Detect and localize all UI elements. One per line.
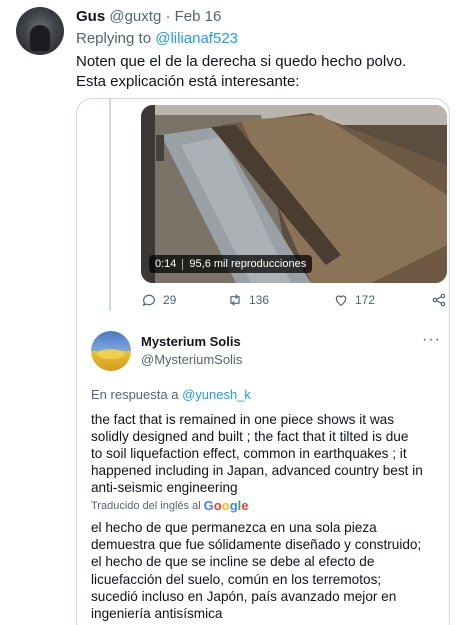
share-button[interactable]	[431, 292, 447, 308]
action-bar: 29 136 172	[141, 292, 447, 312]
in-reply-to: En respuesta a @yunesh_k	[91, 387, 251, 402]
in-reply-to-handle[interactable]: @yunesh_k	[182, 387, 251, 402]
badge-divider	[182, 258, 184, 270]
retweet-icon	[230, 294, 240, 306]
replying-to-handle[interactable]: @lilianaf523	[155, 30, 238, 47]
like-count: 172	[355, 293, 376, 307]
tweet[interactable]: Gus @guxtg · Feb 16 Replying to @liliana…	[0, 0, 456, 625]
thread-line	[109, 99, 111, 311]
translated-by[interactable]: Traducido del inglés al Google	[91, 498, 249, 513]
reply-count: 29	[163, 293, 177, 307]
reply-tweet-text: the fact that is remained in one piece s…	[91, 411, 449, 496]
replying-to-label: Replying to	[76, 30, 156, 47]
author-name[interactable]: Gus	[76, 8, 105, 25]
tweet-date[interactable]: Feb 16	[175, 8, 222, 25]
translation-text: el hecho de que permanezca en una sola p…	[91, 519, 449, 622]
avatar[interactable]	[16, 7, 64, 55]
replying-to: Replying to @lilianaf523	[76, 30, 238, 48]
reply-text-line: anti-seismic engineering	[91, 480, 238, 495]
retweet-count: 136	[249, 293, 270, 307]
translation-line: demuestra que fue sólidamente diseñado y…	[91, 537, 422, 553]
more-dots-icon[interactable]: ···	[422, 331, 441, 349]
translation-line: el hecho de que permanezca en una sola p…	[91, 520, 377, 535]
header-separator: ·	[161, 8, 175, 25]
reply-tweet-header: Mysterium Solis @MysteriumSolis ···	[91, 331, 441, 371]
reply-avatar[interactable]	[91, 331, 131, 371]
translation-line: licuefacción del suelo, común en los ter…	[91, 571, 382, 587]
video-duration: 0:14	[155, 258, 177, 270]
reply-icon	[142, 294, 155, 307]
reply-text-line: to soil liquefaction effect, common in e…	[91, 446, 407, 461]
tweet-text-line: Noten que el de la derecha si quedo hech…	[76, 53, 407, 70]
retweet-button[interactable]: 136	[227, 292, 269, 308]
translation-line: ingeniería antisísmica	[91, 606, 223, 622]
google-logo: Google	[203, 498, 249, 513]
author-handle[interactable]: @guxtg	[109, 8, 161, 25]
quoted-tweet[interactable]: 0:14 95,6 mil reproducciones 29 136 172	[76, 98, 450, 625]
reply-author-handle[interactable]: @MysteriumSolis	[141, 352, 242, 367]
tweet-header: Gus @guxtg · Feb 16	[76, 8, 221, 26]
like-button[interactable]: 172	[333, 292, 375, 308]
reply-author-name[interactable]: Mysterium Solis	[141, 334, 241, 349]
video-player[interactable]: 0:14 95,6 mil reproducciones	[141, 105, 447, 283]
video-badge: 0:14 95,6 mil reproducciones	[149, 255, 313, 273]
share-icon	[432, 293, 446, 307]
reply-button[interactable]: 29	[141, 292, 176, 308]
video-views: 95,6 mil reproducciones	[189, 258, 307, 270]
reply-text-line: solidly designed and built ; the fact th…	[91, 429, 409, 444]
heart-icon	[335, 295, 347, 307]
reply-text-line: the fact that is remained in one piece s…	[91, 412, 394, 427]
tweet-text: Noten que el de la derecha si quedo hech…	[76, 52, 446, 92]
reply-text-line: happened including in Japan, advanced co…	[91, 463, 423, 478]
translation-line: el hecho de que se incline se debe al ef…	[91, 554, 375, 570]
tweet-text-line: Esta explicación está interesante:	[76, 73, 300, 90]
in-reply-to-label: En respuesta a	[91, 387, 183, 402]
translated-label: Traducido del inglés al	[91, 499, 201, 512]
translation-line: sucedió incluso en Japón, país avanzado …	[91, 588, 397, 604]
